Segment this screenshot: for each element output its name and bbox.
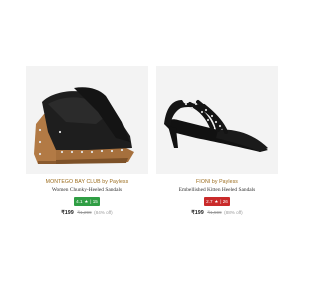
mrp: ₹1,599 (207, 210, 222, 215)
rating-badge: 4.1 ★ | 15 (74, 197, 100, 206)
product-image[interactable] (26, 66, 148, 174)
price: ₹199 (61, 210, 74, 216)
rating-separator: | (220, 199, 222, 204)
discount: (88% off) (224, 210, 243, 215)
rating-value: 4.1 (76, 199, 83, 204)
discount: (84% off) (94, 210, 113, 215)
price-row: ₹199 ₹1,299 (84% off) (26, 210, 148, 216)
rating-badge: 2.7 ★ | 26 (204, 197, 230, 206)
rating-separator: | (90, 199, 92, 204)
star-icon: ★ (84, 199, 89, 204)
product-brand: FIONI by Payless (196, 179, 238, 185)
price: ₹199 (191, 210, 204, 216)
star-icon: ★ (214, 199, 219, 204)
chunky-heel-sandal-icon (34, 87, 134, 164)
product-brand: MONTEGO BAY CLUB by Payless (45, 179, 129, 185)
mrp: ₹1,299 (77, 210, 92, 215)
product-title: Embellished Kitten Heeled Sandals (178, 187, 256, 193)
product-title: Women Chunky-Heeled Sandals (51, 187, 123, 193)
product-card[interactable]: FIONI by Payless Embellished Kitten Heel… (156, 66, 278, 226)
product-image[interactable] (156, 66, 278, 174)
kitten-heel-sandal-icon (164, 100, 268, 152)
product-grid: MONTEGO BAY CLUB by Payless Women Chunky… (26, 66, 278, 226)
product-card[interactable]: MONTEGO BAY CLUB by Payless Women Chunky… (26, 66, 148, 226)
rating-count: 26 (222, 199, 228, 204)
rating-count: 15 (92, 199, 98, 204)
price-row: ₹199 ₹1,599 (88% off) (156, 210, 278, 216)
rating-value: 2.7 (206, 199, 213, 204)
